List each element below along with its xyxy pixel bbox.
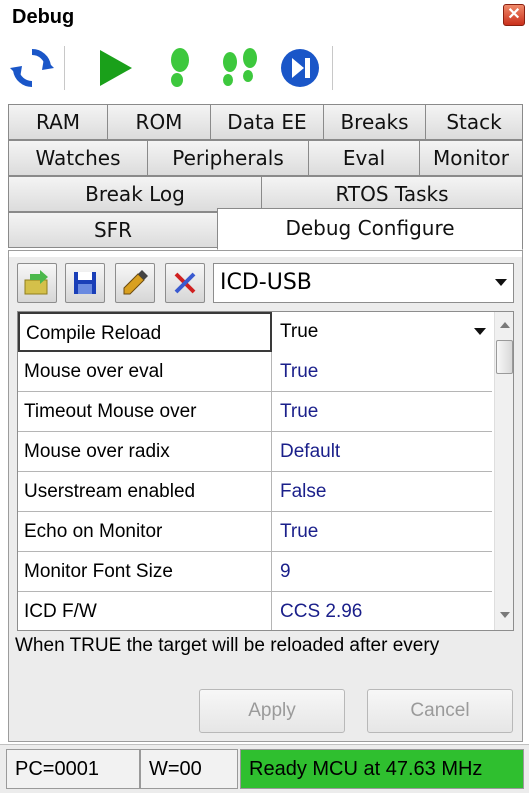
footstep-icon[interactable] [154,44,202,92]
property-value[interactable]: 9 [272,552,492,592]
property-value[interactable]: True [272,392,492,432]
tab-monitor[interactable]: Monitor [419,140,523,176]
property-row[interactable]: Compile Reload True [18,312,492,352]
tab-break-log[interactable]: Break Log [8,176,262,212]
play-icon[interactable] [92,44,140,92]
property-name: Echo on Monitor [18,512,272,552]
property-grid: Compile Reload True Mouse over eval True… [17,311,514,631]
skip-forward-icon[interactable] [276,44,324,92]
property-row[interactable]: Monitor Font Size 9 [18,552,492,592]
vertical-scrollbar[interactable] [494,312,513,630]
device-select-value: ICD-USB [220,270,312,295]
status-w: W=00 [140,749,238,789]
refresh-icon[interactable] [8,44,56,92]
property-row[interactable]: Echo on Monitor True [18,512,492,552]
debug-configure-panel: ICD-USB Compile Reload True Mouse over e… [8,250,523,742]
tab-breaks[interactable]: Breaks [323,104,426,140]
property-row[interactable]: Userstream enabled False [18,472,492,512]
scroll-thumb[interactable] [496,340,513,374]
property-name: Compile Reload [18,312,272,352]
title-bar: Debug ✕ [0,0,529,34]
property-value[interactable]: True [272,352,492,392]
property-name: Mouse over eval [18,352,272,392]
property-row[interactable]: Mouse over radix Default [18,432,492,472]
property-name: Monitor Font Size [18,552,272,592]
load-arrow-icon[interactable] [17,263,57,303]
toolbar-separator [332,46,334,90]
scroll-down-icon[interactable] [500,612,510,618]
property-name: ICD F/W [18,592,272,630]
pencil-icon[interactable] [115,263,155,303]
toolbar-separator [64,46,66,90]
save-disk-icon[interactable] [65,263,105,303]
status-pc: PC=0001 [6,749,140,789]
apply-button[interactable]: Apply [199,689,345,733]
footsteps-icon[interactable] [216,44,264,92]
clear-x-icon[interactable] [165,263,205,303]
close-icon[interactable]: ✕ [503,4,525,26]
property-name: Userstream enabled [18,472,272,512]
property-row[interactable]: Timeout Mouse over True [18,392,492,432]
status-message: Ready MCU at 47.63 MHz [240,749,524,789]
status-bar: PC=0001 W=00 Ready MCU at 47.63 MHz [0,744,529,793]
property-value[interactable]: True [272,512,492,552]
property-row[interactable]: Mouse over eval True [18,352,492,392]
tab-rtos-tasks[interactable]: RTOS Tasks [261,176,523,212]
scroll-up-icon[interactable] [500,322,510,328]
tab-peripherals[interactable]: Peripherals [147,140,309,176]
property-value[interactable]: Default [272,432,492,472]
device-select[interactable]: ICD-USB [213,263,514,303]
property-name: Mouse over radix [18,432,272,472]
tab-eval[interactable]: Eval [308,140,420,176]
property-name: Timeout Mouse over [18,392,272,432]
tab-sfr[interactable]: SFR [8,212,218,248]
tab-stack[interactable]: Stack [425,104,523,140]
cancel-button[interactable]: Cancel [367,689,513,733]
debug-toolbar [0,36,529,94]
tab-debug-configure[interactable]: Debug Configure [217,208,523,250]
property-description: When TRUE the target will be reloaded af… [15,635,440,656]
property-value[interactable]: CCS 2.96 [272,592,492,630]
property-value[interactable]: False [272,472,492,512]
property-row[interactable]: ICD F/W CCS 2.96 [18,592,492,630]
chevron-down-icon[interactable] [495,279,507,286]
property-value-select[interactable]: True [272,312,492,352]
tab-ram[interactable]: RAM [8,104,108,140]
tab-rom[interactable]: ROM [107,104,211,140]
chevron-down-icon[interactable] [474,328,486,335]
window-title: Debug [12,6,75,28]
tab-watches[interactable]: Watches [8,140,148,176]
tab-data-ee[interactable]: Data EE [210,104,324,140]
